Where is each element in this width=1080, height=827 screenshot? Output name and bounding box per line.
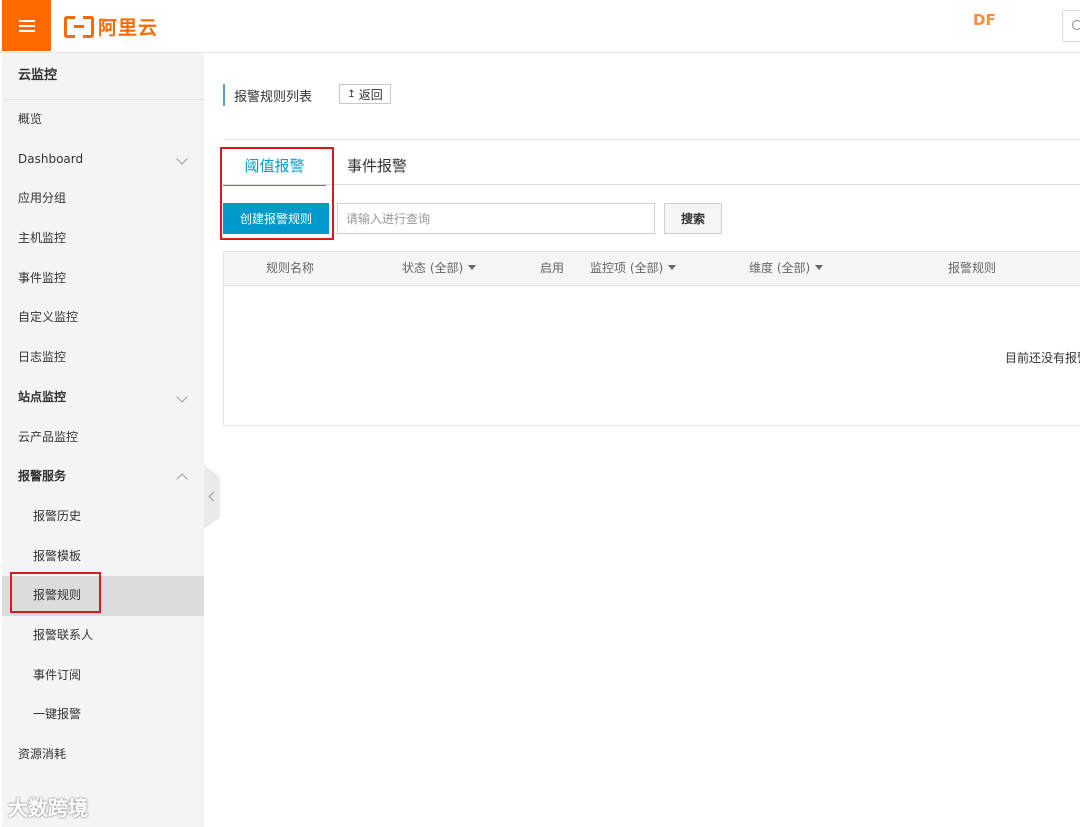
column-label: 监控项 (全部) — [590, 261, 664, 275]
column-rule-name: 规则名称 — [266, 252, 314, 285]
sidebar-item-label: 主机监控 — [18, 231, 67, 246]
sidebar-title: 云监控 — [2, 53, 204, 100]
sidebar-item-label: 应用分组 — [18, 191, 67, 206]
search-button[interactable]: 搜索 — [664, 203, 722, 234]
top-bar: 阿里云 DF — [0, 0, 1080, 53]
sidebar-item-label: 日志监控 — [18, 350, 67, 365]
table-header: 规则名称 状态 (全部) 启用 监控项 (全部) 维度 (全部) 报警规则 — [224, 252, 1080, 286]
sidebar-collapse-handle[interactable] — [204, 465, 220, 529]
tab-event-alarm[interactable]: 事件报警 — [347, 150, 407, 184]
hamburger-icon — [18, 19, 35, 32]
sidebar-item-label: 站点监控 — [18, 389, 67, 404]
sidebar-item-label: 报警规则 — [33, 588, 82, 603]
chevron-left-icon — [208, 491, 219, 502]
sidebar-item-alarm-rules[interactable]: 报警规则 — [2, 576, 204, 616]
search-icon — [1072, 20, 1080, 30]
back-arrow-icon: ↥ — [347, 88, 356, 100]
column-label: 维度 (全部) — [749, 261, 811, 275]
create-alarm-rule-button[interactable]: 创建报警规则 — [223, 203, 329, 234]
empty-state-message: 目前还没有报警 — [1005, 351, 1080, 365]
back-button[interactable]: ↥ 返回 — [339, 84, 391, 104]
sidebar-item-alarm-contacts[interactable]: 报警联系人 — [2, 616, 204, 656]
sidebar-item-label: Dashboard — [18, 151, 84, 166]
column-label: 启用 — [540, 261, 565, 275]
chevron-down-icon — [176, 391, 188, 403]
caret-down-icon[interactable] — [815, 265, 824, 270]
back-label: 返回 — [358, 87, 383, 102]
divider — [223, 139, 1080, 140]
column-status[interactable]: 状态 (全部) — [402, 252, 477, 285]
sidebar-item-label: 报警历史 — [33, 508, 82, 523]
sidebar-item-label: 自定义监控 — [18, 310, 79, 325]
rules-table: 规则名称 状态 (全部) 启用 监控项 (全部) 维度 (全部) 报警规则 目前… — [223, 251, 1080, 426]
sidebar: 云监控 概览 Dashboard 应用分组 主机监控 事件监控 自定义监控 日志… — [2, 53, 204, 827]
top-search-button[interactable] — [1062, 10, 1080, 42]
sidebar-item-label: 报警联系人 — [33, 627, 94, 642]
sidebar-item-log-monitor[interactable]: 日志监控 — [2, 338, 204, 378]
sidebar-item-label: 资源消耗 — [18, 747, 67, 761]
sidebar-item-label: 云产品监控 — [18, 429, 79, 444]
menu-button[interactable] — [2, 0, 51, 51]
sidebar-item-alarm-service[interactable]: 报警服务 — [2, 457, 204, 497]
column-alarm-rule: 报警规则 — [948, 252, 996, 285]
sidebar-item-label: 报警服务 — [18, 469, 67, 484]
column-enabled: 启用 — [540, 252, 564, 285]
page-title-bar: 报警规则列表 — [223, 84, 312, 106]
watermark: 大数跨境 — [8, 796, 88, 820]
column-label: 规则名称 — [266, 261, 315, 275]
caret-down-icon[interactable] — [468, 265, 477, 270]
user-name[interactable]: DF — [973, 11, 996, 29]
column-metric[interactable]: 监控项 (全部) — [590, 252, 677, 285]
sidebar-item-host-monitor[interactable]: 主机监控 — [2, 219, 204, 259]
column-label: 报警规则 — [948, 261, 997, 275]
sidebar-item-site-monitor[interactable]: 站点监控 — [2, 378, 204, 418]
sidebar-item-label: 事件监控 — [18, 270, 67, 285]
caret-down-icon[interactable] — [668, 265, 677, 270]
sidebar-item-alarm-templates[interactable]: 报警模板 — [2, 537, 204, 577]
search-input[interactable] — [337, 203, 655, 234]
sidebar-item-alarm-history[interactable]: 报警历史 — [2, 497, 204, 537]
sidebar-item-cloud-product-monitor[interactable]: 云产品监控 — [2, 418, 204, 458]
sidebar-item-label: 一键报警 — [33, 707, 82, 722]
sidebar-item-one-click-alarm[interactable]: 一键报警 — [2, 695, 204, 735]
sidebar-item-resource-usage[interactable]: 资源消耗 — [2, 735, 204, 775]
aliyun-logo-icon — [64, 16, 94, 38]
sidebar-item-label: 报警模板 — [33, 548, 82, 563]
tab-divider — [223, 184, 1080, 185]
sidebar-item-event-monitor[interactable]: 事件监控 — [2, 259, 204, 299]
logo-text: 阿里云 — [98, 16, 159, 39]
chevron-up-icon — [176, 473, 188, 485]
tab-threshold-alarm[interactable]: 阈值报警 — [223, 150, 326, 186]
page-title: 报警规则列表 — [234, 89, 313, 105]
sidebar-item-overview[interactable]: 概览 — [2, 100, 204, 140]
sidebar-item-custom-monitor[interactable]: 自定义监控 — [2, 298, 204, 338]
sidebar-item-label: 概览 — [18, 112, 43, 126]
column-dimension[interactable]: 维度 (全部) — [749, 252, 824, 285]
sidebar-item-label: 事件订阅 — [33, 667, 82, 682]
logo[interactable]: 阿里云 — [64, 14, 159, 39]
sidebar-item-dashboard[interactable]: Dashboard — [2, 140, 204, 180]
sidebar-item-app-groups[interactable]: 应用分组 — [2, 179, 204, 219]
column-label: 状态 (全部) — [402, 261, 464, 275]
sidebar-item-event-subscription[interactable]: 事件订阅 — [2, 656, 204, 696]
chevron-down-icon — [176, 153, 188, 165]
